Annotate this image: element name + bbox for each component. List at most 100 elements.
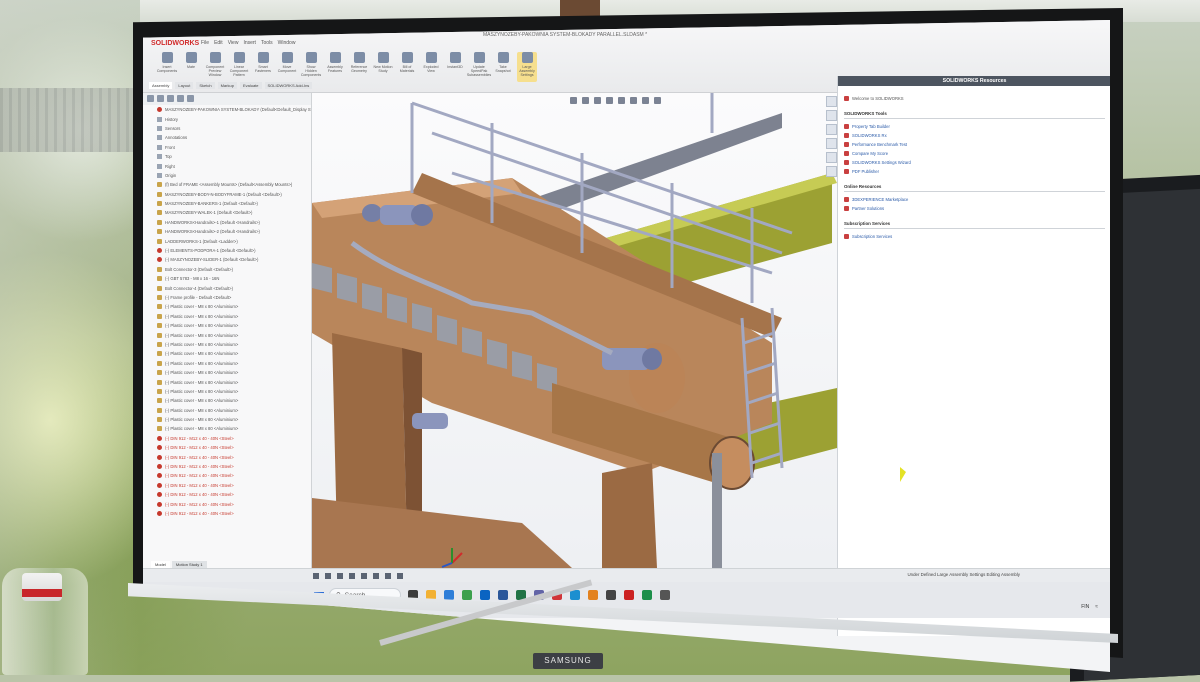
ribbon-tool-2[interactable]: Component Preview Window — [205, 52, 225, 82]
tree-row[interactable]: Front — [143, 143, 311, 152]
tree-row[interactable]: (-) Plastic cover - M8 x 80 <Aluminium> — [143, 340, 311, 349]
tree-row[interactable]: (-) DIN 912 - M12 x 40 - 40N <Steel> — [143, 452, 311, 461]
tab-5[interactable]: SOLIDWORKS Add-Ins — [264, 82, 313, 89]
tree-row[interactable]: (-) DIN 912 - M12 x 40 - 40N <Steel> — [143, 471, 311, 480]
tree-row[interactable]: (-) Plastic cover - M8 x 80 <Aluminium> — [143, 387, 311, 396]
feature-manager-icon[interactable] — [147, 95, 154, 102]
app-icon-11[interactable] — [588, 590, 598, 600]
ribbon-tool-10[interactable]: Bill of Materials — [397, 52, 417, 82]
view-icon-6[interactable] — [373, 573, 379, 579]
pane-link[interactable]: Subscription Services — [844, 232, 1105, 241]
graphics-area[interactable] — [312, 93, 837, 568]
file-explorer-tab-icon[interactable] — [826, 124, 837, 135]
edge-icon[interactable] — [444, 590, 454, 600]
dimxpert-icon[interactable] — [177, 95, 184, 102]
ribbon-tool-14[interactable]: Take Snapshot — [493, 52, 513, 82]
custom-properties-tab-icon[interactable] — [826, 166, 837, 177]
pane-link[interactable]: 3DEXPERIENCE Marketplace — [844, 195, 1105, 204]
pane-link[interactable]: Property Tab Builder — [844, 122, 1105, 131]
view-icon-5[interactable] — [361, 573, 367, 579]
tree-row[interactable]: Annotations — [143, 133, 311, 142]
configuration-manager-icon[interactable] — [167, 95, 174, 102]
pane-link[interactable]: Performance Benchmark Test — [844, 140, 1105, 149]
tree-row[interactable]: MASZYNOZEBY-BANKERS-1 (Default <Default>… — [143, 199, 311, 208]
tree-row[interactable]: (-) Plastic cover - M8 x 80 <Aluminium> — [143, 406, 311, 415]
property-manager-icon[interactable] — [157, 95, 164, 102]
view-icon-4[interactable] — [349, 573, 355, 579]
app-icon-13[interactable] — [624, 590, 634, 600]
tree-row[interactable]: Origin — [143, 171, 311, 180]
tree-row[interactable]: (-) Plastic cover - M8 x 80 <Aluminium> — [143, 415, 311, 424]
tree-row[interactable]: Bolt Connector-3 (Default <Default>) — [143, 265, 311, 274]
tree-row[interactable]: MASZYNOZEBY-BODY-N-BODYFRAME-1 (Default … — [143, 190, 311, 199]
app-icon-10[interactable] — [570, 590, 580, 600]
pane-link[interactable]: SOLIDWORKS Settings Wizard — [844, 158, 1105, 167]
ribbon-tool-8[interactable]: Reference Geometry — [349, 52, 369, 82]
tab-1[interactable]: Layout — [175, 82, 194, 89]
welcome-link[interactable]: Welcome to SOLIDWORKS — [844, 94, 1105, 103]
view-icon-3[interactable] — [337, 573, 343, 579]
ribbon-tool-12[interactable]: Instant3D — [445, 52, 465, 82]
tree-row[interactable]: (f) Bed of FRAME <Assembly Mounts> (Defa… — [143, 180, 311, 189]
ribbon-tool-1[interactable]: Mate — [181, 52, 201, 82]
chrome-icon[interactable] — [462, 590, 472, 600]
tree-row[interactable]: Top — [143, 152, 311, 161]
tree-row[interactable]: (-) Plastic cover - M8 x 80 <Aluminium> — [143, 359, 311, 368]
tree-row[interactable]: Bolt Connector-4 (Default <Default>) — [143, 283, 311, 292]
tree-row[interactable]: (-) DIN 912 - M12 x 40 - 40N <Steel> — [143, 499, 311, 508]
tree-row[interactable]: (-) Frame profile - Default <Default> — [143, 293, 311, 302]
language-indicator[interactable]: FIN — [1081, 604, 1089, 610]
menu-item-tools[interactable]: Tools — [261, 40, 273, 46]
tree-row[interactable]: (-) Plastic cover - M8 x 80 <Aluminium> — [143, 377, 311, 386]
tree-row[interactable]: (-) DIN 912 - M12 x 40 - 40N <Steel> — [143, 434, 311, 443]
tree-row[interactable]: (-) Plastic cover - M8 x 80 <Aluminium> — [143, 321, 311, 330]
tree-row[interactable]: Right — [143, 161, 311, 170]
tree-tab-1[interactable]: Motion Study 1 — [171, 561, 207, 568]
pane-link[interactable]: Partner Solutions — [844, 204, 1105, 213]
resources-tab-icon[interactable] — [826, 96, 837, 107]
tree-row[interactable]: (-) DIN 912 - M12 x 40 - 40N <Steel> — [143, 443, 311, 452]
ribbon-tool-5[interactable]: Move Component — [277, 52, 297, 82]
tree-row[interactable]: HANDWORKS<Handrails>-1 (Default <Handrai… — [143, 218, 311, 227]
tree-row[interactable]: (-) Plastic cover - M8 x 80 <Aluminium> — [143, 302, 311, 311]
design-library-tab-icon[interactable] — [826, 110, 837, 121]
ribbon-tool-13[interactable]: Update SpeedPak Subassemblies — [467, 52, 491, 82]
tree-row[interactable]: (-) Plastic cover - M8 x 80 <Aluminium> — [143, 368, 311, 377]
view-icon-2[interactable] — [325, 573, 331, 579]
assembly-model[interactable] — [312, 93, 837, 568]
tree-row[interactable]: (-) Plastic cover - M8 x 80 <Aluminium> — [143, 349, 311, 358]
wifi-icon[interactable]: ≈ — [1095, 604, 1098, 610]
menu-item-insert[interactable]: Insert — [243, 40, 256, 46]
tree-row[interactable]: MASZYNOZEBY-WALEK-1 (Default <Default>) — [143, 208, 311, 217]
ribbon-tool-7[interactable]: Assembly Features — [325, 52, 345, 82]
base-plate[interactable] — [312, 498, 572, 568]
ribbon-tool-4[interactable]: Smart Fasteners — [253, 52, 273, 82]
tree-row[interactable]: (-) DIN 912 - M12 x 40 - 40N <Steel> — [143, 509, 311, 518]
menu-item-window[interactable]: Window — [278, 40, 296, 46]
motor-unit-3[interactable] — [412, 413, 448, 429]
tree-row[interactable]: Sensors — [143, 124, 311, 133]
ribbon-tool-6[interactable]: Show Hidden Components — [301, 52, 321, 82]
view-icon-8[interactable] — [397, 573, 403, 579]
display-manager-icon[interactable] — [187, 95, 194, 102]
word-icon[interactable] — [498, 590, 508, 600]
tree-row[interactable]: HANDWORKS<Handrails>-2 (Default <Handrai… — [143, 227, 311, 236]
menu-item-view[interactable]: View — [228, 40, 239, 46]
grey-pillar[interactable] — [712, 453, 722, 568]
ribbon-tool-15[interactable]: Large Assembly Settings — [517, 52, 537, 82]
tree-row[interactable]: (-) Plastic cover - M8 x 80 <Aluminium> — [143, 330, 311, 339]
pane-link[interactable]: PDF Publisher — [844, 167, 1105, 176]
pane-link[interactable]: SOLIDWORKS Rx — [844, 131, 1105, 140]
tree-row[interactable]: History — [143, 114, 311, 123]
view-icon-1[interactable] — [313, 573, 319, 579]
tree-tab-0[interactable]: Model — [151, 561, 170, 568]
appearances-tab-icon[interactable] — [826, 152, 837, 163]
tree-row[interactable]: (-) Plastic cover - M8 x 80 <Aluminium> — [143, 424, 311, 433]
tree-row[interactable]: MASZYNOZEBY-PAKOWNIA SYSTEM-BLOKADY (Def… — [143, 105, 311, 114]
view-icon-7[interactable] — [385, 573, 391, 579]
tree-row[interactable]: (-) DIN 912 - M12 x 40 - 40N <Steel> — [143, 490, 311, 499]
tree-row[interactable]: (-) DIN 912 - M12 x 40 - 40N <Steel> — [143, 462, 311, 471]
menu-item-file[interactable]: File — [201, 40, 209, 46]
tree-row[interactable]: (-) Plastic cover - M8 x 80 <Aluminium> — [143, 312, 311, 321]
tree-row[interactable]: (-) MASZYNOZEBY-SLIDER-1 (Default <Defau… — [143, 255, 311, 264]
